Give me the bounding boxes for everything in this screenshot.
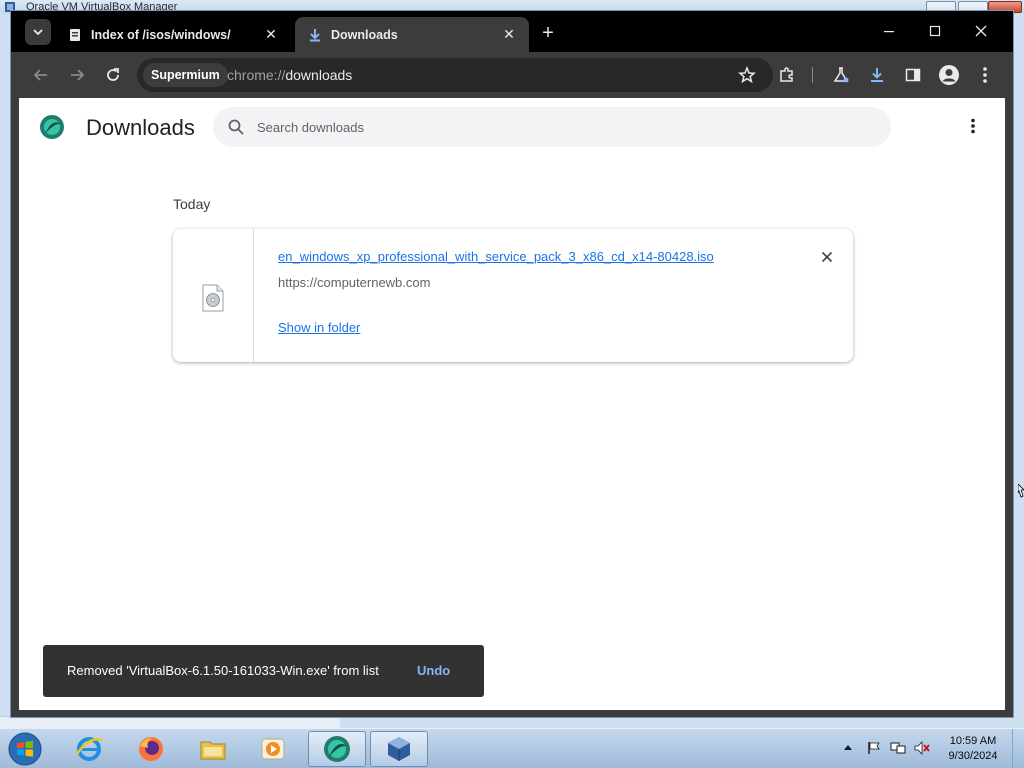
page-title: Downloads: [86, 115, 195, 140]
clock-date: 9/30/2024: [948, 750, 998, 762]
back-button[interactable]: [29, 63, 53, 87]
close-icon[interactable]: ✕: [263, 26, 279, 43]
system-clock[interactable]: 10:59 AM 9/30/2024: [940, 734, 1006, 764]
search-icon: [228, 119, 244, 135]
supermium-icon: [324, 736, 350, 762]
reload-button[interactable]: [101, 63, 125, 87]
tray-expand-button[interactable]: [842, 741, 854, 753]
page-icon: [67, 27, 83, 43]
site-chip[interactable]: Supermium: [143, 63, 228, 87]
network-icon: [890, 742, 906, 754]
minimize-icon: [884, 31, 894, 33]
start-button[interactable]: [4, 731, 46, 767]
tray-action-center[interactable]: [866, 741, 882, 755]
media-player-icon: [261, 738, 285, 760]
chevron-up-icon: [844, 745, 852, 750]
taskbar-firefox[interactable]: [122, 731, 180, 767]
minimize-button[interactable]: [867, 17, 911, 45]
firefox-icon: [139, 737, 163, 761]
downloads-button[interactable]: [865, 63, 889, 87]
close-window-button[interactable]: [959, 17, 1003, 45]
taskbar: 10:59 AM 9/30/2024: [0, 728, 1024, 768]
show-desktop-button[interactable]: [1012, 729, 1024, 768]
virtualbox-icon: [388, 737, 410, 761]
more-vert-icon: [971, 118, 975, 134]
new-tab-button[interactable]: +: [537, 23, 559, 45]
undo-toast: Removed 'VirtualBox-6.1.50-161033-Win.ex…: [43, 645, 484, 697]
tab-index-windows[interactable]: Index of /isos/windows/ ✕: [55, 17, 291, 52]
browser-toolbar: Supermium chrome://downloads: [11, 52, 1013, 98]
mouse-cursor-icon: [1018, 484, 1024, 498]
tray-network[interactable]: [890, 741, 906, 755]
url-host: downloads: [285, 67, 353, 83]
avatar-icon: [939, 65, 959, 85]
address-bar[interactable]: Supermium chrome://downloads: [137, 58, 773, 92]
page-menu-button[interactable]: [963, 116, 983, 136]
bookmark-star-button[interactable]: [735, 63, 759, 87]
taskbar-file-explorer[interactable]: [184, 731, 242, 767]
profile-button[interactable]: [937, 63, 961, 87]
disc-image-file-icon: [202, 284, 224, 312]
volume-muted-icon: [914, 741, 930, 755]
maximize-icon: [929, 25, 941, 37]
close-icon: [821, 251, 833, 263]
side-panel-icon: [905, 68, 921, 82]
url-text[interactable]: chrome://downloads: [227, 67, 352, 83]
clock-time: 10:59 AM: [949, 735, 997, 747]
undo-button[interactable]: Undo: [417, 663, 450, 678]
windows-start-icon: [8, 732, 42, 766]
date-header: Today: [173, 196, 211, 212]
extensions-button[interactable]: [775, 63, 799, 87]
tab-downloads[interactable]: Downloads ✕: [295, 17, 529, 52]
folder-icon: [200, 741, 226, 760]
browser-window: Index of /isos/windows/ ✕ Downloads ✕ +: [10, 10, 1014, 718]
search-box[interactable]: [213, 107, 891, 147]
browser-menu-button[interactable]: [973, 63, 997, 87]
flask-icon: [833, 67, 849, 83]
reload-icon: [107, 68, 119, 81]
close-icon[interactable]: ✕: [501, 26, 517, 43]
file-name-link[interactable]: en_windows_xp_professional_with_service_…: [278, 249, 714, 264]
taskbar-supermium[interactable]: [308, 731, 366, 767]
download-icon: [307, 27, 323, 43]
more-vert-icon: [983, 67, 987, 83]
taskbar-media-player[interactable]: [244, 731, 302, 767]
tab-title: Index of /isos/windows/: [91, 27, 231, 42]
show-in-folder-link[interactable]: Show in folder: [278, 320, 360, 335]
chevron-down-icon: [33, 29, 43, 36]
internet-explorer-icon: [75, 737, 103, 761]
download-icon: [871, 68, 883, 82]
close-icon: [975, 25, 987, 37]
puzzle-icon: [780, 67, 793, 82]
taskbar-internet-explorer[interactable]: [60, 731, 118, 767]
file-source-url: https://computernewb.com: [278, 275, 431, 290]
taskbar-virtualbox[interactable]: [370, 731, 428, 767]
tab-search-button[interactable]: [25, 19, 51, 45]
labs-button[interactable]: [829, 63, 853, 87]
supermium-logo-icon: [40, 115, 64, 139]
forward-button[interactable]: [65, 63, 89, 87]
flag-icon: [868, 742, 880, 754]
file-icon-column: [173, 229, 254, 362]
download-item: en_windows_xp_professional_with_service_…: [173, 229, 853, 362]
side-panel-button[interactable]: [901, 63, 925, 87]
arrow-left-icon: [33, 69, 47, 81]
tray-volume[interactable]: [914, 741, 930, 755]
toast-message: Removed 'VirtualBox-6.1.50-161033-Win.ex…: [67, 663, 379, 678]
maximize-button[interactable]: [913, 17, 957, 45]
remove-download-button[interactable]: [817, 247, 837, 267]
arrow-right-icon: [71, 69, 85, 81]
star-icon: [738, 66, 756, 84]
tab-title: Downloads: [331, 27, 398, 42]
toolbar-divider: [812, 67, 813, 83]
url-scheme: chrome://: [227, 67, 286, 83]
tab-strip: Index of /isos/windows/ ✕ Downloads ✕ +: [11, 11, 1013, 52]
downloads-page: Downloads Today en_windows_xp_profession…: [19, 98, 1005, 710]
search-input[interactable]: [257, 117, 857, 137]
